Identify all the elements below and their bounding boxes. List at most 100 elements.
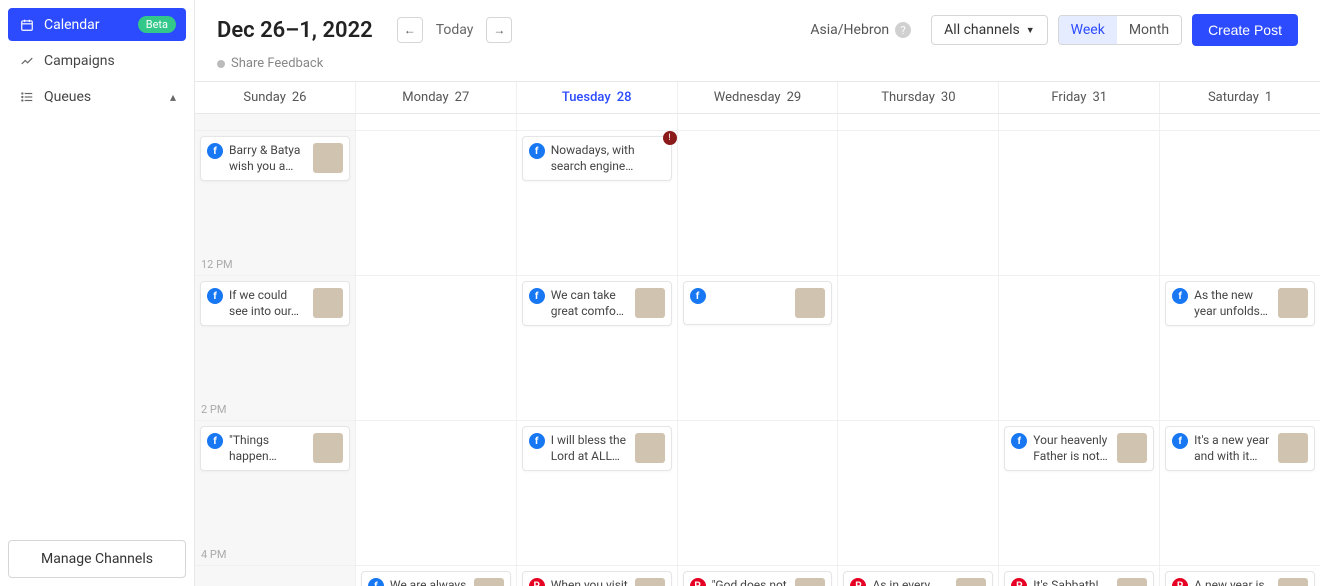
- day-header[interactable]: Friday31: [999, 82, 1160, 113]
- calendar-cell[interactable]: PA new year is here, and wit…: [1160, 566, 1320, 586]
- post-card[interactable]: PIt's Sabbath! Today is a…: [1004, 571, 1154, 586]
- calendar-cell[interactable]: f Barry & Batya wish you a… 12 PM: [195, 131, 356, 275]
- post-card[interactable]: f As the new year unfolds…: [1165, 281, 1315, 326]
- create-post-button[interactable]: Create Post: [1192, 14, 1298, 46]
- calendar-cell[interactable]: [356, 131, 517, 275]
- post-text: We are always happ…: [390, 578, 468, 586]
- month-view-button[interactable]: Month: [1117, 16, 1181, 44]
- calendar-cell[interactable]: [838, 114, 999, 130]
- calendar-cell[interactable]: f As the new year unfolds…: [1160, 276, 1320, 420]
- share-feedback-link[interactable]: Share Feedback: [195, 52, 1320, 81]
- post-text: [712, 288, 790, 318]
- channels-select[interactable]: All channels ▼: [931, 15, 1048, 45]
- post-card[interactable]: fIt's a new year and with it…: [1165, 426, 1315, 471]
- calendar-cell[interactable]: P"God does not patch up the…: [678, 566, 839, 586]
- post-text: A new year is here, and wit…: [1194, 578, 1272, 586]
- post-thumbnail: [795, 578, 825, 586]
- calendar-cell[interactable]: fWe can take great comfo…: [517, 276, 678, 420]
- facebook-icon: f: [1172, 288, 1188, 304]
- calendar-cell[interactable]: [1160, 114, 1320, 130]
- sidebar: Calendar Beta Campaigns Queues ▴ Manage …: [0, 0, 195, 586]
- alert-icon: !: [663, 131, 677, 145]
- calendar-cell[interactable]: [838, 131, 999, 275]
- calendar-header-row: Sunday26Monday27Tuesday28Wednesday29Thur…: [195, 81, 1320, 114]
- calendar-cell[interactable]: fIt's a new year and with it…: [1160, 421, 1320, 565]
- post-thumbnail: [635, 433, 665, 463]
- day-header[interactable]: Thursday30: [838, 82, 999, 113]
- calendar-cell[interactable]: [356, 421, 517, 565]
- post-thumbnail: [474, 578, 504, 586]
- post-card[interactable]: PWhen you visit Israel…: [522, 571, 672, 586]
- post-text: Barry & Batya wish you a…: [229, 143, 307, 174]
- post-card[interactable]: fI will bless the Lord at ALL…: [522, 426, 672, 471]
- sidebar-item-campaigns[interactable]: Campaigns: [8, 45, 186, 77]
- calendar-cell[interactable]: [678, 131, 839, 275]
- calendar-cell[interactable]: [195, 566, 356, 586]
- sidebar-item-calendar[interactable]: Calendar Beta: [8, 8, 186, 41]
- calendar-cell[interactable]: [517, 114, 678, 130]
- pinterest-icon: P: [850, 578, 866, 586]
- post-card[interactable]: fIf we could see into our…: [200, 281, 350, 326]
- calendar-cell[interactable]: PWhen you visit Israel…: [517, 566, 678, 586]
- calendar-cell[interactable]: [356, 276, 517, 420]
- calendar-cell[interactable]: PIt's Sabbath! Today is a…: [999, 566, 1160, 586]
- post-thumbnail: [313, 143, 343, 173]
- calendar-cell[interactable]: [195, 114, 356, 130]
- list-icon: [18, 90, 36, 104]
- post-card[interactable]: f Barry & Batya wish you a…: [200, 136, 350, 181]
- calendar-cell[interactable]: [356, 114, 517, 130]
- today-button[interactable]: Today: [433, 22, 477, 38]
- calendar-cell[interactable]: f: [678, 276, 839, 420]
- timezone-label[interactable]: Asia/Hebron ?: [810, 22, 911, 38]
- calendar-cell[interactable]: [999, 131, 1160, 275]
- calendar-cell[interactable]: fI will bless the Lord at ALL…: [517, 421, 678, 565]
- pinterest-icon: P: [1011, 578, 1027, 586]
- post-text: As the new year unfolds…: [1194, 288, 1272, 319]
- calendar-cell[interactable]: [1160, 131, 1320, 275]
- post-card[interactable]: fYour heavenly Father is not…: [1004, 426, 1154, 471]
- post-card[interactable]: fNowadays, with search engine…!: [522, 136, 672, 181]
- prev-button[interactable]: ←: [397, 17, 423, 43]
- post-card[interactable]: PA new year is here, and wit…: [1165, 571, 1315, 586]
- day-header[interactable]: Monday27: [356, 82, 517, 113]
- calendar-cell[interactable]: fWe are always happ…: [356, 566, 517, 586]
- post-card[interactable]: PAs in every winter, Visio…: [843, 571, 993, 586]
- day-header[interactable]: Tuesday28: [517, 82, 678, 113]
- facebook-icon: f: [529, 143, 545, 159]
- post-card[interactable]: fWe can take great comfo…: [522, 281, 672, 326]
- day-header[interactable]: Sunday26: [195, 82, 356, 113]
- post-thumbnail: [313, 433, 343, 463]
- next-button[interactable]: →: [486, 17, 512, 43]
- calendar-cell[interactable]: [999, 276, 1160, 420]
- post-card[interactable]: f"Things happen…: [200, 426, 350, 471]
- sidebar-item-queues[interactable]: Queues ▴: [8, 81, 186, 113]
- calendar-cell[interactable]: fYour heavenly Father is not…: [999, 421, 1160, 565]
- facebook-icon: f: [1172, 433, 1188, 449]
- calendar-cell[interactable]: [678, 114, 839, 130]
- calendar-cell[interactable]: PAs in every winter, Visio…: [838, 566, 999, 586]
- chevron-down-icon: ▼: [1026, 25, 1035, 36]
- calendar-cell[interactable]: fIf we could see into our…2 PM: [195, 276, 356, 420]
- post-card[interactable]: fWe are always happ…: [361, 571, 511, 586]
- post-card[interactable]: P"God does not patch up the…: [683, 571, 833, 586]
- calendar-cell[interactable]: f"Things happen…4 PM: [195, 421, 356, 565]
- calendar-cell[interactable]: [999, 114, 1160, 130]
- facebook-icon: f: [529, 433, 545, 449]
- calendar-cell[interactable]: [838, 421, 999, 565]
- post-card[interactable]: f: [683, 281, 833, 325]
- time-label: 12 PM: [201, 258, 233, 271]
- week-view-button[interactable]: Week: [1059, 16, 1117, 44]
- sidebar-item-label: Campaigns: [44, 53, 176, 69]
- calendar-cell[interactable]: [678, 421, 839, 565]
- facebook-icon: f: [1011, 433, 1027, 449]
- post-text: Nowadays, with search engine…: [551, 143, 665, 174]
- post-text: "God does not patch up the…: [712, 578, 790, 586]
- day-header[interactable]: Wednesday29: [678, 82, 839, 113]
- arrow-left-icon: ←: [404, 23, 416, 37]
- day-header[interactable]: Saturday1: [1160, 82, 1320, 113]
- calendar-cell[interactable]: f Nowadays, with search engine…!: [517, 131, 678, 275]
- facebook-icon: f: [207, 143, 223, 159]
- calendar-cell[interactable]: [838, 276, 999, 420]
- post-thumbnail: [635, 578, 665, 586]
- manage-channels-button[interactable]: Manage Channels: [8, 540, 186, 578]
